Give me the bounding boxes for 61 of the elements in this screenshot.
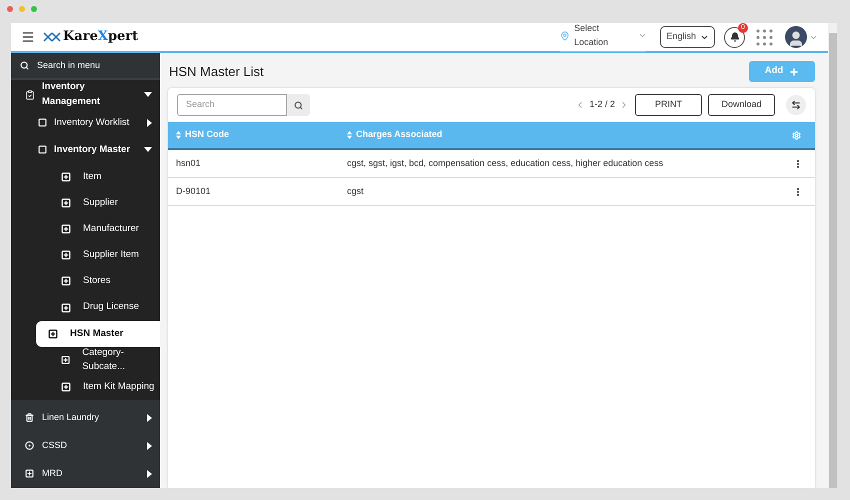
- sidebar-item[interactable]: Drug License: [11, 294, 160, 321]
- search-icon: [20, 61, 29, 70]
- expand-width-button[interactable]: [786, 95, 806, 115]
- sidebar-item[interactable]: MRD: [11, 460, 160, 488]
- caret-down-icon: [144, 147, 152, 152]
- logo-icon: [43, 32, 61, 42]
- table-cell-text: cgst: [346, 184, 365, 198]
- apps-grid-icon[interactable]: [756, 28, 773, 46]
- table-cell-text: cgst, sgst, igst, bcd, compensation cess, education cess, higher education cess: [346, 156, 664, 170]
- plus-square-icon: [61, 355, 70, 366]
- sort-icon: [347, 131, 352, 139]
- sidebar-item[interactable]: Item Kit Mapping: [11, 374, 160, 400]
- plus-square-icon: [61, 276, 71, 286]
- plus-square-icon: [61, 198, 71, 208]
- menu-icon[interactable]: [21, 30, 35, 44]
- plus-square-icon: [61, 382, 71, 392]
- sidebar-item[interactable]: Category-Subcate...: [11, 346, 160, 374]
- sidebar-item[interactable]: Supplier Item: [11, 242, 160, 268]
- sidebar-item[interactable]: Manufacturer: [11, 216, 160, 242]
- plus-square-icon: [61, 302, 71, 312]
- search-button[interactable]: [287, 94, 310, 116]
- plus-square-icon: [61, 224, 71, 234]
- pagination-text: 1-2 / 2: [589, 98, 615, 112]
- sidebar-item[interactable]: HSN Master: [36, 320, 160, 347]
- print-button[interactable]: PRINT: [635, 94, 702, 116]
- sidebar-item[interactable]: CSSD: [11, 432, 160, 460]
- sidebar-item[interactable]: Inventory Management: [11, 80, 160, 110]
- caret-right-icon: [147, 414, 152, 422]
- clipboard-icon: [25, 90, 35, 100]
- plus-square-icon: [48, 328, 58, 339]
- scrollbar-thumb[interactable]: [828, 33, 836, 488]
- page-title: HSN Master List: [169, 62, 264, 81]
- download-button[interactable]: Download: [708, 94, 775, 116]
- plus-square-icon: [61, 172, 71, 182]
- map-pin-icon: [560, 30, 570, 40]
- table-cell-text: D-90101: [175, 184, 212, 198]
- bell-icon: [730, 32, 740, 42]
- sidebar-item[interactable]: Linen Laundry: [11, 404, 160, 432]
- search-icon: [294, 100, 303, 110]
- location-select[interactable]: Select Location: [560, 23, 646, 52]
- caret-down-icon: [144, 92, 152, 98]
- sort-icon: [176, 131, 181, 139]
- sidebar-item[interactable]: Supplier: [11, 190, 160, 216]
- plus-square-icon: [61, 250, 71, 260]
- plus-icon: [789, 66, 800, 76]
- caret-right-icon: [147, 118, 152, 127]
- language-select[interactable]: English: [660, 26, 715, 48]
- logo-text: KareXpert: [63, 28, 138, 46]
- square-icon: [38, 145, 47, 154]
- sidebar-item[interactable]: Item: [11, 164, 160, 190]
- sidebar-item[interactable]: Stores: [11, 268, 160, 294]
- sidebar-item[interactable]: Inventory Worklist: [11, 109, 160, 136]
- arrows-left-right-icon: [791, 100, 801, 110]
- square-icon: [38, 118, 47, 128]
- sidebar-item[interactable]: Inventory Master: [11, 136, 160, 164]
- table-cell-text: hsn01: [175, 156, 202, 170]
- caret-right-icon: [147, 442, 152, 450]
- avatar-icon[interactable]: [785, 26, 807, 48]
- caret-right-icon: [147, 470, 152, 478]
- chevron-down-icon: [638, 31, 646, 40]
- menu-search-field[interactable]: Search in menu: [11, 53, 160, 80]
